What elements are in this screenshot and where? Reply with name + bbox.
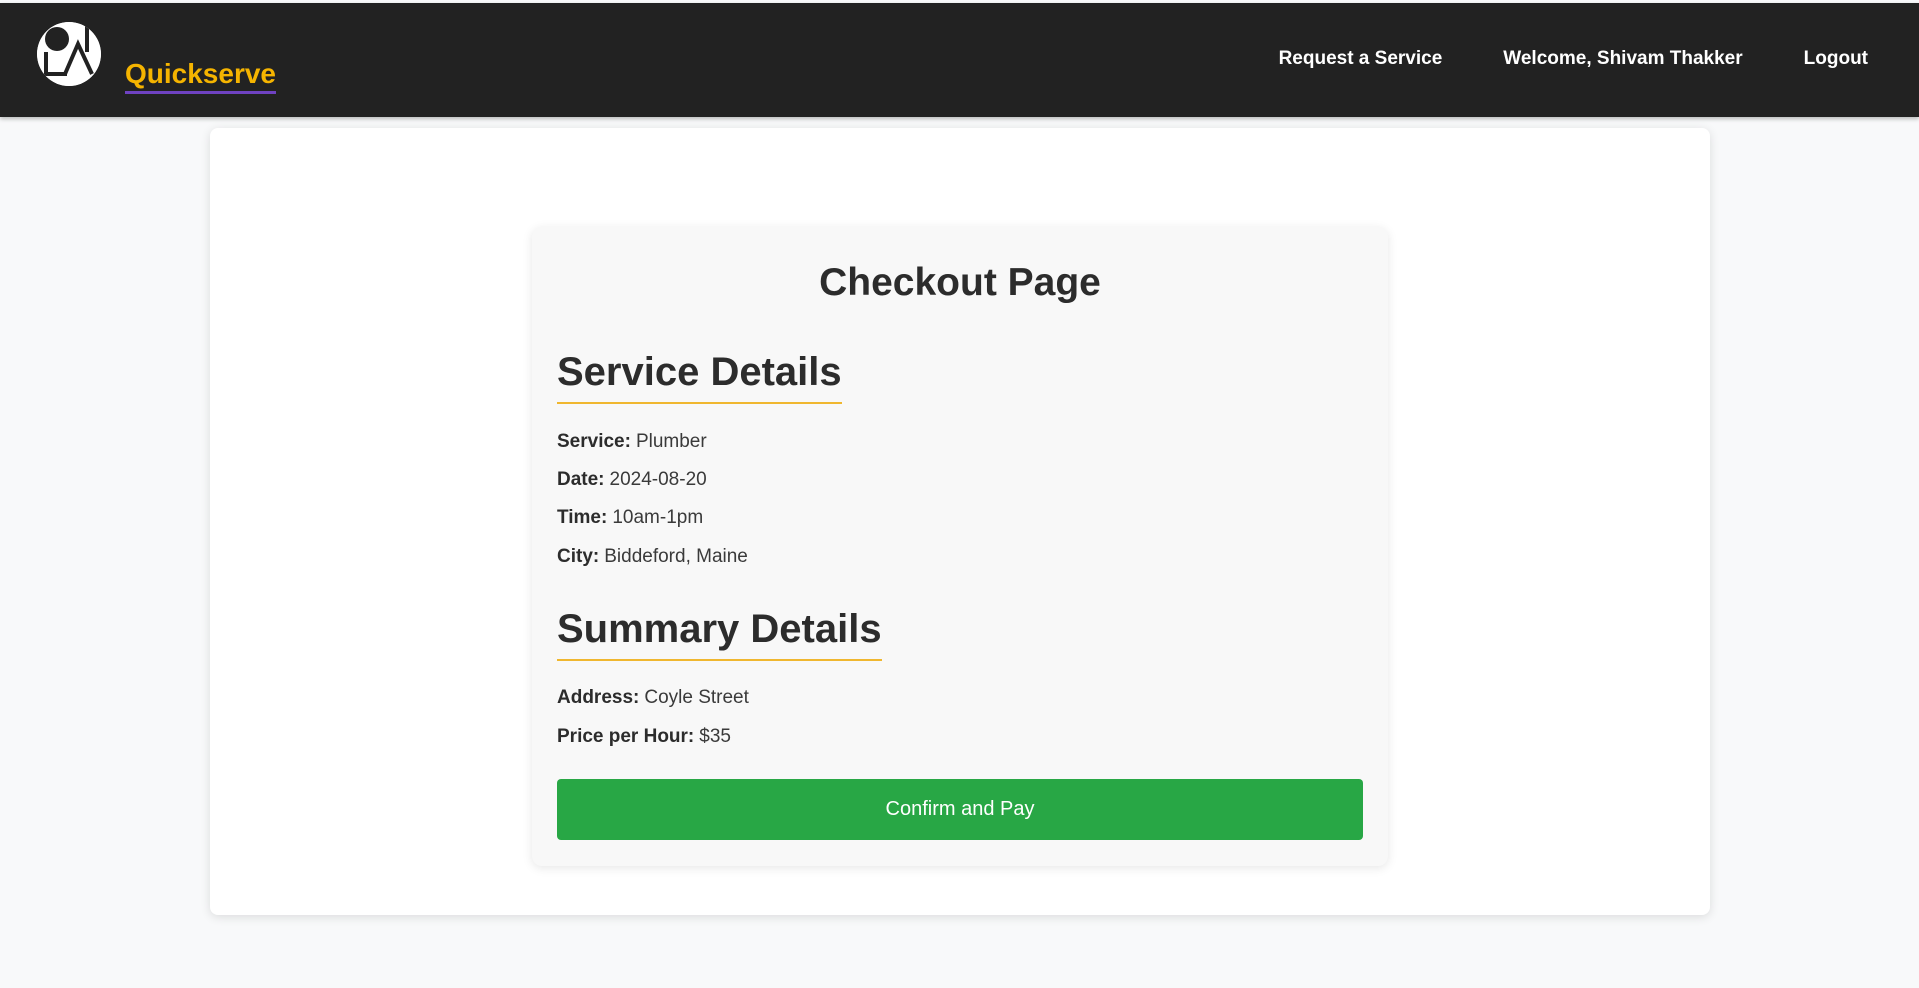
- detail-value: Biddeford, Maine: [604, 546, 748, 567]
- quickserve-logo-icon: [37, 22, 101, 86]
- date-detail-row: Date: 2024-08-20: [557, 468, 707, 492]
- time-detail-row: Time: 10am-1pm: [557, 506, 703, 530]
- confirm-and-pay-button[interactable]: Confirm and Pay: [557, 779, 1363, 840]
- navbar: Quickserve Request a Service Welcome, Sh…: [0, 3, 1919, 117]
- detail-label: Date:: [557, 469, 605, 490]
- service-details-heading: Service Details: [557, 348, 842, 404]
- summary-details-heading: Summary Details: [557, 605, 882, 661]
- city-detail-row: City: Biddeford, Maine: [557, 545, 748, 569]
- detail-label: Time:: [557, 507, 608, 528]
- detail-label: Address:: [557, 687, 640, 708]
- nav-welcome-user-link[interactable]: Welcome, Shivam Thakker: [1503, 48, 1742, 70]
- service-detail-row: Service: Plumber: [557, 430, 707, 454]
- checkout-card: Checkout Page Service Details Service: Pl…: [532, 227, 1388, 866]
- detail-value: 10am-1pm: [612, 507, 704, 528]
- detail-value: Plumber: [635, 431, 707, 452]
- page-title: Checkout Page: [819, 261, 1101, 304]
- nav-links: Request a Service Welcome, Shivam Thakke…: [1279, 48, 1868, 70]
- detail-value: 2024-08-20: [609, 469, 707, 490]
- detail-label: City:: [557, 546, 600, 567]
- brand-link[interactable]: Quickserve: [37, 22, 276, 94]
- brand-name[interactable]: Quickserve: [125, 57, 276, 94]
- price-detail-row: Price per Hour: $35: [557, 725, 731, 749]
- detail-value: Coyle Street: [644, 687, 749, 708]
- detail-label: Price per Hour:: [557, 726, 695, 747]
- nav-logout-link[interactable]: Logout: [1804, 48, 1868, 70]
- detail-label: Service:: [557, 431, 631, 452]
- nav-request-service-link[interactable]: Request a Service: [1279, 48, 1443, 70]
- detail-value: $35: [699, 726, 731, 747]
- address-detail-row: Address: Coyle Street: [557, 686, 749, 710]
